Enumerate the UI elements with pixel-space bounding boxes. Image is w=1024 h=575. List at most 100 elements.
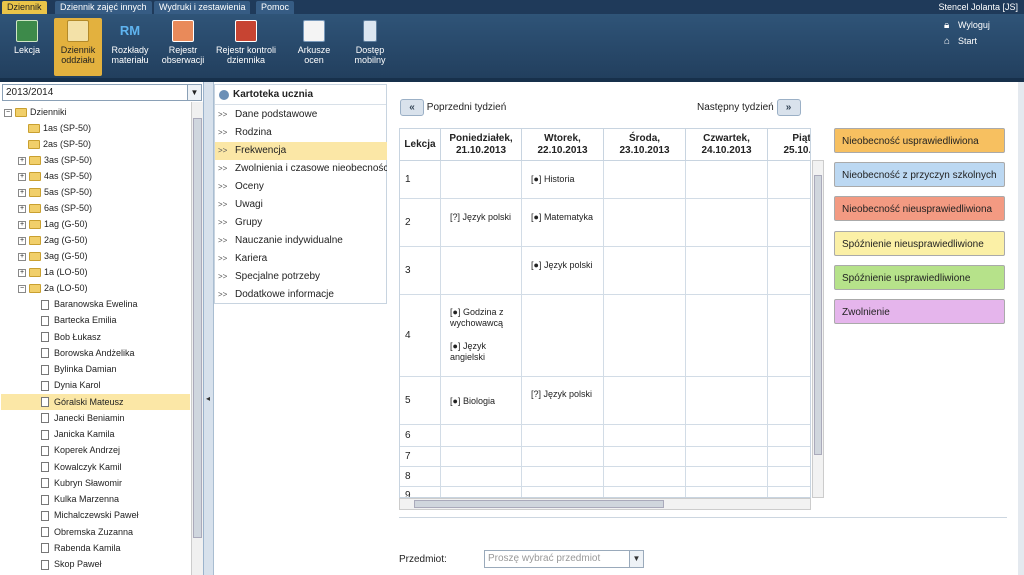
start-link[interactable]: ⌂ Start [944,36,977,47]
attendance-cell[interactable] [686,199,768,247]
attendance-cell[interactable] [768,161,810,199]
attendance-cell[interactable] [768,247,810,295]
expand-icon[interactable]: + [18,156,26,165]
tree-student-node[interactable]: Michalczewski Paweł [41,507,139,523]
attendance-cell[interactable] [768,295,810,377]
attendance-cell[interactable] [441,161,522,199]
card-item[interactable]: >> Uwagi [215,196,388,214]
card-item[interactable]: >> Dodatkowe informacje [215,286,388,304]
tree-class-node[interactable]: +2ag (G-50) [18,232,88,248]
attendance-cell[interactable] [768,199,810,247]
attendance-entry[interactable]: [●] Matematyka [531,212,599,223]
attendance-entry[interactable]: [●] Godzina z wychowawcą [450,307,517,329]
attendance-cell[interactable] [604,447,686,467]
tree-student-node[interactable]: Bylinka Damian [41,361,117,377]
attendance-cell[interactable] [686,487,768,497]
attendance-cell[interactable] [522,199,604,247]
expand-icon[interactable]: + [18,188,26,197]
attendance-cell[interactable] [604,295,686,377]
attendance-cell[interactable] [686,295,768,377]
attendance-cell[interactable] [522,425,604,447]
tree-student-node[interactable]: Bob Łukasz [41,329,101,345]
attendance-cell[interactable] [768,467,810,487]
tree-student-node[interactable]: Kulka Marzenna [41,491,119,507]
scroll-thumb[interactable] [414,500,664,508]
tree-student-node[interactable]: Janicka Kamila [41,426,115,442]
double-chevron-right-icon[interactable]: » [776,99,801,116]
tree-class-node[interactable]: +3as (SP-50) [18,152,92,168]
attendance-entry[interactable]: [?] Język polski [531,389,599,400]
attendance-cell[interactable] [686,447,768,467]
attendance-cell[interactable] [441,425,522,447]
tree-student-node[interactable]: Obremska Zuzanna [41,524,133,540]
attendance-cell[interactable] [522,247,604,295]
collapse-arrow-icon[interactable]: ◂ [206,394,210,403]
previous-week-nav[interactable]: « Poprzedni tydzień [400,99,506,117]
logout-link[interactable]: 🔒︎ Wyloguj [944,20,990,31]
card-item[interactable]: >> Frekwencja [215,142,388,160]
tree-student-node[interactable]: Kowalczyk Kamil [41,459,122,475]
attendance-cell[interactable] [686,161,768,199]
scroll-thumb[interactable] [193,118,202,538]
attendance-cell[interactable] [604,425,686,447]
tree-class-node[interactable]: 1as (SP-50) [28,120,91,136]
card-item[interactable]: >> Zwolnienia i czasowe nieobecności [215,160,388,178]
attendance-cell[interactable] [522,467,604,487]
attendance-entry[interactable]: [●] Język angielski [450,341,517,363]
menu-tab-dziennik[interactable]: Dziennik [2,1,47,14]
next-week-nav[interactable]: Następny tydzień » [697,99,801,117]
attendance-cell[interactable] [768,447,810,467]
expand-icon[interactable]: + [18,236,26,245]
grade-sheets-button[interactable]: Arkusze ocen [292,18,336,76]
panel-splitter[interactable]: ◂ [204,82,214,575]
card-item[interactable]: >> Kariera [215,250,388,268]
attendance-cell[interactable] [768,425,810,447]
tree-class-node[interactable]: +1a (LO-50) [18,264,88,280]
tree-root[interactable]: − Dzienniki [4,104,67,120]
attendance-cell[interactable] [522,447,604,467]
double-chevron-left-icon[interactable]: « [400,99,424,116]
tree-student-node[interactable]: Kubryn Sławomir [41,475,122,491]
attendance-entry[interactable]: [●] Język polski [531,260,599,271]
tree-student-node[interactable]: Koperek Andrzej [41,442,120,458]
attendance-cell[interactable] [522,377,604,425]
attendance-cell[interactable] [768,487,810,497]
collapse-icon[interactable]: − [4,108,12,117]
audit-register-button[interactable]: Rejestr kontroli dziennika [212,18,280,76]
attendance-cell[interactable] [441,487,522,497]
attendance-cell[interactable] [522,295,604,377]
expand-icon[interactable]: + [18,252,26,261]
class-journal-button[interactable]: Dziennik oddziału [54,18,102,76]
expand-icon[interactable]: + [18,268,26,277]
menu-tab-wydruki[interactable]: Wydruki i zestawienia [154,1,251,14]
attendance-entry[interactable]: [●] Historia [531,174,599,185]
attendance-cell[interactable] [441,247,522,295]
tree-student-node[interactable]: Borowska Andżelika [41,345,135,361]
collapse-icon[interactable]: − [18,284,26,293]
mobile-access-button[interactable]: Dostęp mobilny [348,18,392,76]
attendance-cell[interactable] [522,487,604,497]
scroll-thumb[interactable] [814,175,822,455]
attendance-cell[interactable] [604,199,686,247]
card-item[interactable]: >> Nauczanie indywidualne [215,232,388,250]
observation-register-button[interactable]: Rejestr obserwacji [160,18,206,76]
menu-tab-dziennik-innych[interactable]: Dziennik zajęć innych [55,1,152,14]
subject-select[interactable]: Proszę wybrać przedmiot ▼ [484,550,644,568]
tree-class-node[interactable]: 2as (SP-50) [28,136,91,152]
grid-horizontal-scrollbar[interactable] [399,498,811,510]
attendance-cell[interactable] [686,247,768,295]
attendance-cell[interactable] [604,467,686,487]
card-item[interactable]: >> Dane podstawowe [215,106,388,124]
attendance-cell[interactable] [604,487,686,497]
attendance-cell[interactable] [604,161,686,199]
tree-student-node[interactable]: Góralski Mateusz [1,393,190,410]
menu-tab-pomoc[interactable]: Pomoc [256,1,295,14]
tree-student-node[interactable]: Dynia Karol [41,377,101,393]
attendance-cell[interactable] [686,377,768,425]
card-item[interactable]: >> Grupy [215,214,388,232]
tree-student-node[interactable]: Skop Paweł [41,556,102,572]
card-item[interactable]: >> Rodzina [215,124,388,142]
attendance-entry[interactable]: [?] Język polski [450,212,517,223]
expand-icon[interactable]: + [18,172,26,181]
material-plans-button[interactable]: RM Rozkłady materiału [106,18,154,76]
